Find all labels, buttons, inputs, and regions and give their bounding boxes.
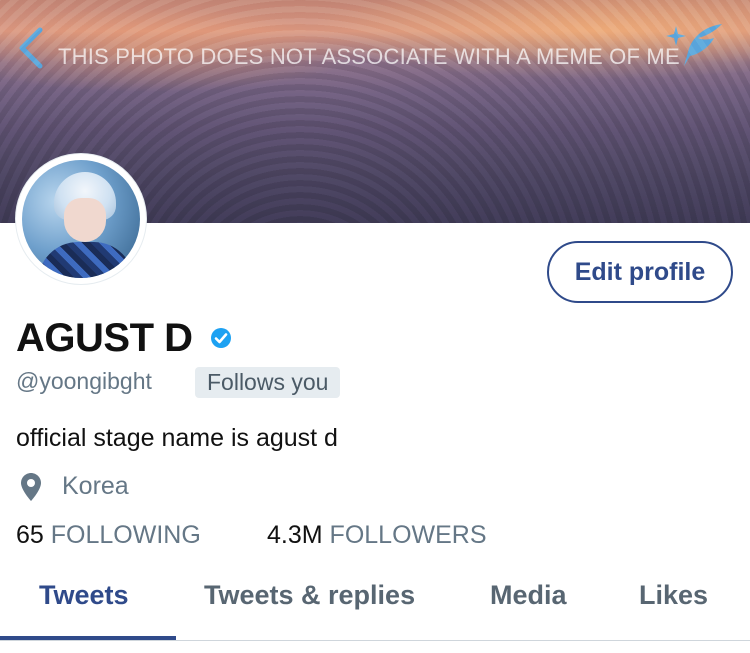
verified-badge-icon bbox=[211, 328, 231, 348]
profile-tabs: Tweets Tweets & replies Media Likes bbox=[0, 560, 750, 642]
tab-tweets-replies[interactable]: Tweets & replies bbox=[204, 580, 415, 611]
followers-number: 4.3M bbox=[267, 521, 323, 549]
following-number: 65 bbox=[16, 521, 44, 549]
location-pin-icon bbox=[21, 473, 41, 501]
edit-profile-button[interactable]: Edit profile bbox=[547, 241, 733, 303]
profile-handle: @yoongibght bbox=[16, 368, 152, 394]
tab-tweets[interactable]: Tweets bbox=[39, 580, 129, 611]
profile-name: AGUST D bbox=[16, 316, 193, 360]
quill-icon[interactable] bbox=[666, 22, 724, 70]
profile-bio: official stage name is agust d bbox=[16, 424, 338, 452]
avatar[interactable] bbox=[16, 154, 146, 284]
tab-likes[interactable]: Likes bbox=[639, 580, 708, 611]
tabs-divider bbox=[0, 640, 750, 641]
chevron-left-icon[interactable] bbox=[14, 24, 48, 72]
banner-caption: THIS PHOTO DOES NOT ASSOCIATE WITH A MEM… bbox=[58, 44, 680, 69]
followers-count[interactable]: 4.3M FOLLOWERS bbox=[267, 521, 487, 550]
tab-media[interactable]: Media bbox=[490, 580, 567, 611]
avatar-image bbox=[22, 160, 140, 278]
following-label: FOLLOWING bbox=[50, 521, 201, 549]
following-count[interactable]: 65 FOLLOWING bbox=[16, 521, 201, 550]
profile-location: Korea bbox=[62, 472, 129, 500]
follows-you-badge: Follows you bbox=[195, 367, 341, 398]
followers-label: FOLLOWERS bbox=[329, 521, 487, 549]
